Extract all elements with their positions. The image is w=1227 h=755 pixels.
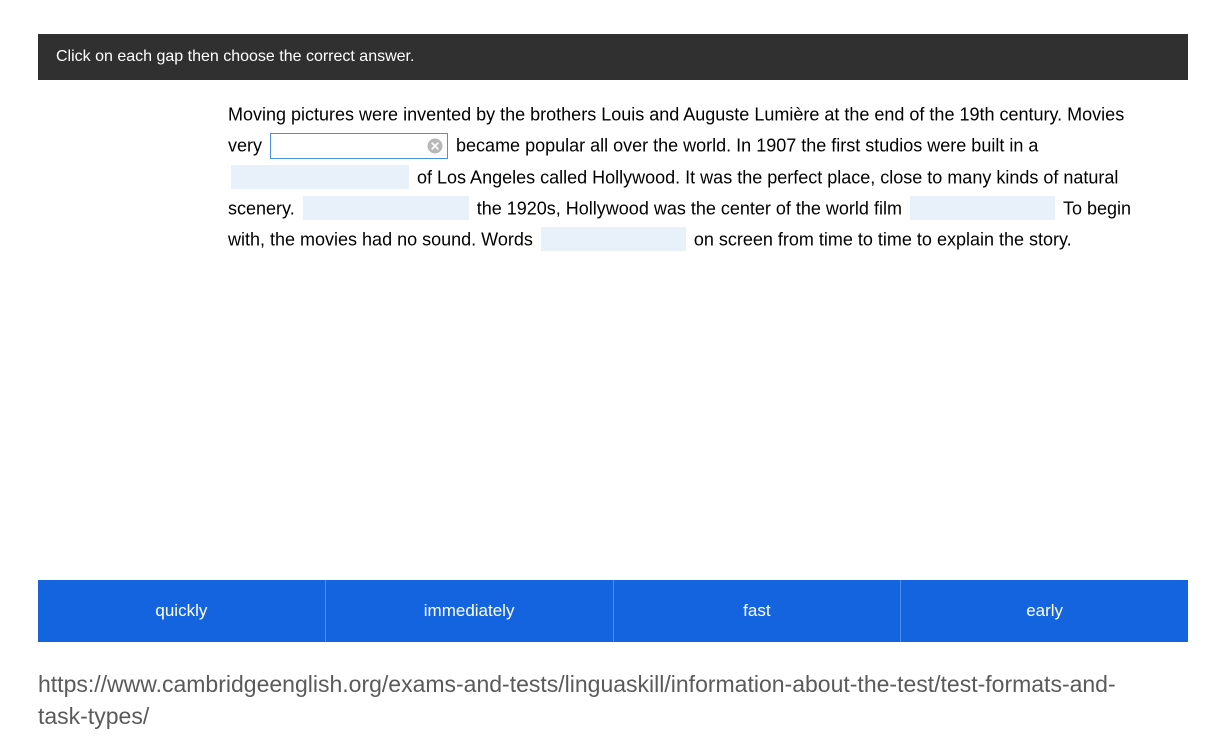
passage-seg-6: on screen from time to time to explain t… <box>694 229 1072 249</box>
gap-3[interactable] <box>303 196 469 220</box>
passage-seg-4: the 1920s, Hollywood was the center of t… <box>477 198 907 218</box>
option-1-label: quickly <box>155 601 207 621</box>
option-4-label: early <box>1026 601 1063 621</box>
gap-4[interactable] <box>910 196 1055 220</box>
passage-text: Moving pictures were invented by the bro… <box>228 98 1148 254</box>
instruction-bar: Click on each gap then choose the correc… <box>38 34 1188 80</box>
option-3[interactable]: fast <box>614 580 902 642</box>
gap-2[interactable] <box>231 165 409 189</box>
gap-1[interactable] <box>270 133 448 159</box>
option-2-label: immediately <box>424 601 515 621</box>
option-2[interactable]: immediately <box>326 580 614 642</box>
option-4[interactable]: early <box>901 580 1188 642</box>
gap-5[interactable] <box>541 227 686 251</box>
option-3-label: fast <box>743 601 770 621</box>
passage-seg-2: became popular all over the world. In 19… <box>456 136 1038 156</box>
instruction-text: Click on each gap then choose the correc… <box>56 48 414 65</box>
clear-icon[interactable] <box>427 138 443 154</box>
option-1[interactable]: quickly <box>38 580 326 642</box>
source-url: https://www.cambridgeenglish.org/exams-a… <box>38 668 1148 732</box>
options-bar: quickly immediately fast early <box>38 580 1188 642</box>
